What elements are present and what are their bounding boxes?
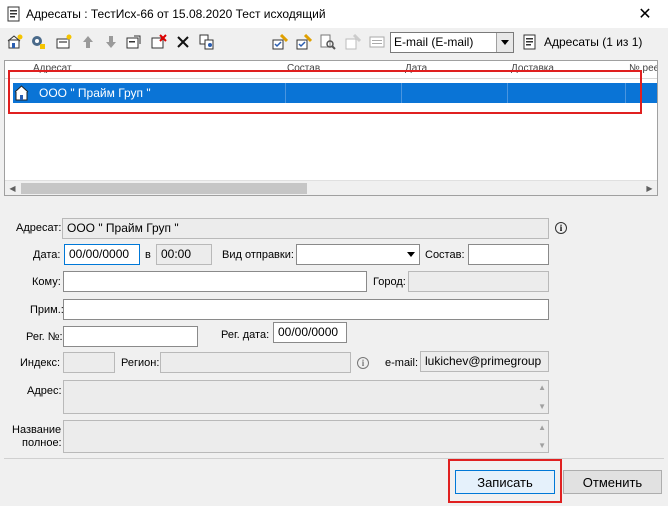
add-addressee-icon [7,34,23,49]
at-label: в [145,249,151,261]
send-type-select[interactable] [296,244,420,265]
to-label: Кому: [32,276,61,288]
fullname-label-line2: полное: [22,437,62,449]
copy-icon [126,35,141,49]
addressees-count-label: Адресаты (1 из 1) [544,35,643,49]
region-field [160,352,351,373]
send-type-label: Вид отправки: [222,249,294,261]
title-bar: Адресаты : ТестИсх-66 от 15.08.2020 Тест… [0,0,668,28]
addressee-label: Адресат: [16,222,62,234]
scroll-left-icon[interactable]: ◀ [5,181,20,195]
delete-marked-button[interactable] [149,32,169,52]
close-icon: ✕ [638,6,652,23]
move-up-button[interactable] [78,32,98,52]
email-label: e-mail: [385,357,419,369]
check-edit2-button[interactable] [294,32,314,52]
search-doc-icon [320,34,336,50]
addressee-field: ООО " Прайм Груп " [62,218,549,239]
email-field: lukichev@primegroup [420,351,549,372]
search-doc-button[interactable] [318,32,338,52]
index-label: Индекс: [20,357,61,369]
cancel-button[interactable]: Отменить [563,470,662,494]
note-label: Прим.: [30,304,64,316]
to-field[interactable] [63,271,367,292]
address-label: Адрес: [27,385,62,397]
window-title: Адресаты : ТестИсх-66 от 15.08.2020 Тест… [26,7,326,21]
list-icon [369,36,385,48]
check-edit-icon [272,34,288,50]
info-icon[interactable]: i [357,357,369,369]
add-group-icon [56,34,72,49]
highlight-box-save [448,459,562,503]
list-button[interactable] [367,32,387,52]
delivery-type-value: E-mail (E-mail) [394,35,474,49]
fullname-textarea: ▲ ▼ [63,420,549,453]
duplicate-icon [199,34,214,50]
region-label: Регион: [121,357,160,369]
check-edit-button[interactable] [270,32,290,52]
duplicate-button[interactable] [197,32,217,52]
time-field[interactable]: 00:00 [156,244,212,265]
edit-addressee-button[interactable] [28,32,48,52]
copy-button[interactable] [124,32,144,52]
reg-no-label: Рег. №: [26,331,63,343]
highlight-box-grid-row [8,70,642,114]
composition-field[interactable] [468,244,549,265]
reg-date-field[interactable]: 00/00/0000 [273,322,347,343]
horizontal-scrollbar[interactable]: ◀ ▶ [5,180,657,195]
composition-label: Состав: [425,249,465,261]
add-addressee-button[interactable] [5,32,25,52]
add-group-button[interactable] [54,32,74,52]
move-down-button[interactable] [101,32,121,52]
chevron-down-icon[interactable] [403,245,419,264]
close-button[interactable]: ✕ [622,0,668,28]
divider [4,458,664,459]
fullname-label-line1: Название [12,424,62,436]
delivery-type-combo[interactable]: E-mail (E-mail) [390,32,514,53]
address-textarea: ▲ ▼ [63,380,549,414]
edit-addressee-icon [32,36,45,49]
address-book-icon [523,34,536,50]
delete-button[interactable] [173,32,193,52]
city-field [408,271,549,292]
note-field[interactable] [63,299,549,320]
reg-date-label: Рег. дата: [221,329,270,341]
date-field[interactable]: 00/00/0000 [64,244,140,265]
reg-no-field[interactable] [63,326,198,347]
address-book-icon [7,6,20,22]
check-disabled-button[interactable] [343,32,363,52]
scroll-right-icon[interactable]: ▶ [642,181,657,195]
toolbar: E-mail (E-mail) Адресаты (1 из 1) [0,28,668,58]
info-icon[interactable]: i [555,222,567,234]
city-label: Город: [373,276,406,288]
chevron-down-icon[interactable] [496,33,513,52]
check-disabled-icon [345,34,361,50]
scroll-thumb[interactable] [21,183,307,194]
addressees-button[interactable] [520,32,540,52]
delete-marked-icon [151,34,167,49]
date-label: Дата: [33,249,61,261]
delete-icon [177,36,189,48]
index-field [63,352,115,373]
check-edit2-icon [296,34,312,50]
move-up-icon [83,36,93,48]
move-down-icon [106,36,116,48]
